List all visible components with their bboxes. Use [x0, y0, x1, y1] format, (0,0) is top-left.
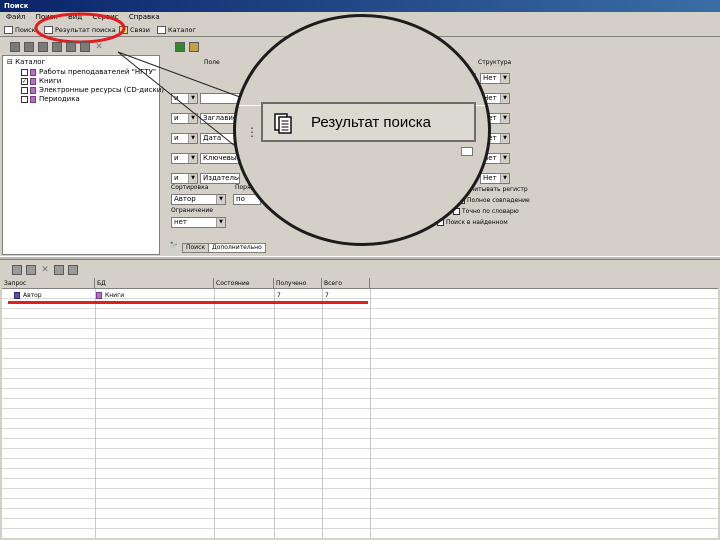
option-dictionary[interactable]: Точно по словарю — [453, 208, 519, 216]
dropdown-arrow-icon: ▼ — [500, 94, 509, 103]
catalog-icon — [157, 26, 166, 34]
tree-item[interactable]: Электронные ресурсы (CD-диски) — [21, 86, 164, 95]
tree-item[interactable]: ✓ Книги — [21, 77, 61, 86]
tab-catalog[interactable]: Каталог — [155, 24, 196, 36]
stop-icon[interactable] — [26, 264, 36, 275]
tab-search-basic[interactable]: Поиск — [182, 243, 210, 253]
result-icon[interactable] — [80, 41, 90, 52]
info-icon[interactable] — [12, 264, 22, 275]
search-toolbar — [175, 39, 199, 54]
close-icon[interactable]: ✕ — [94, 42, 104, 52]
dropdown-arrow-icon: ▼ — [188, 114, 197, 123]
user-icon — [14, 292, 20, 299]
splitter[interactable] — [0, 256, 720, 260]
option-exact[interactable]: Полное совпадение — [458, 197, 530, 205]
dropdown-arrow-icon: ▼ — [188, 134, 197, 143]
book-icon — [30, 77, 36, 85]
delete-icon[interactable]: ✕ — [40, 265, 50, 275]
book-icon — [30, 68, 36, 76]
open-icon[interactable] — [10, 41, 20, 52]
checkbox[interactable] — [21, 95, 28, 103]
limit-select[interactable]: нет ▼ — [171, 217, 226, 228]
checkbox[interactable]: ✓ — [21, 77, 28, 85]
magnified-result-tab: Результат поиска — [261, 102, 476, 142]
cell-total: 7 — [325, 292, 329, 299]
operator-select[interactable]: и ▼ — [171, 153, 198, 164]
save-icon[interactable] — [24, 41, 34, 52]
red-underline — [8, 301, 368, 304]
col-state[interactable]: Состояние — [214, 278, 274, 289]
catalog-tree: ⊟ Каталог Работы преподавателей "НГТУ" ✓… — [2, 55, 164, 255]
binoculars-icon[interactable] — [175, 41, 185, 52]
filter-icon[interactable] — [68, 264, 78, 275]
results-grid: Автор Книги 7 7 — [2, 289, 718, 538]
book-icon — [96, 292, 102, 299]
structure-select[interactable]: Нет▼ — [480, 173, 510, 184]
col-total[interactable]: Всего — [322, 278, 370, 289]
field-select[interactable]: Ключевые слова — [200, 153, 240, 164]
tree-item[interactable]: Работы преподавателей "НГТУ" — [21, 68, 156, 77]
properties-icon[interactable] — [52, 41, 62, 52]
book-icon — [30, 86, 36, 94]
magnifier-callout: ⋮ Результат поиска — [233, 14, 491, 246]
field-header: Поле — [204, 59, 220, 66]
operator-select[interactable]: и ▼ — [171, 93, 198, 104]
menu-help[interactable]: Справка — [129, 13, 160, 21]
dropdown-arrow-icon: ▼ — [216, 218, 225, 227]
sort-label: Сортировка — [171, 184, 209, 191]
checkbox[interactable] — [21, 68, 28, 76]
structure-header: Структура — [478, 59, 512, 66]
option-within[interactable]: Поиск в найденном — [437, 219, 508, 227]
dropdown-arrow-icon: ▼ — [500, 74, 509, 83]
sort-select[interactable]: Автор ▼ — [171, 194, 226, 205]
cell-query: Автор — [14, 291, 42, 300]
operator-select[interactable]: и ▼ — [171, 173, 198, 184]
search-icon — [4, 26, 13, 34]
tree-item[interactable]: Периодика — [21, 95, 80, 104]
dropdown-arrow-icon: ▼ — [188, 174, 197, 183]
dropdown-arrow-icon: ▼ — [500, 134, 509, 143]
magnified-label: Результат поиска — [311, 114, 431, 131]
collapse-icon[interactable]: ⊟ — [7, 58, 15, 66]
results-header: Запрос БД Состояние Получено Всего — [2, 278, 718, 289]
field-select[interactable]: Издательство — [200, 173, 240, 184]
tab-search[interactable]: Поиск — [2, 24, 36, 36]
structure-select[interactable]: Нет▼ — [480, 73, 510, 84]
col-db[interactable]: БД — [95, 278, 214, 289]
window-title: Поиск — [4, 2, 29, 10]
dropdown-arrow-icon: ▼ — [216, 195, 225, 204]
left-toolbar: ✕ — [10, 39, 104, 54]
export-icon[interactable] — [54, 264, 64, 275]
limit-label: Ограничение — [171, 207, 213, 214]
folder-icon[interactable] — [38, 41, 48, 52]
results-toolbar: ✕ — [12, 262, 78, 277]
dropdown-arrow-icon: ▼ — [500, 154, 509, 163]
dropdown-arrow-icon: ▼ — [188, 94, 197, 103]
documents-icon — [274, 113, 292, 134]
checkbox[interactable] — [21, 86, 28, 94]
menu-file[interactable]: Файл — [6, 13, 25, 21]
tab-additional[interactable]: Дополнительно — [208, 243, 266, 253]
operator-select[interactable]: и ▼ — [171, 133, 198, 144]
cell-db: Книги — [96, 291, 124, 300]
tree-root[interactable]: ⊟ Каталог — [7, 58, 45, 67]
dropdown-arrow-icon: ▼ — [500, 114, 509, 123]
edit-icon[interactable] — [189, 41, 199, 52]
book-icon — [30, 95, 36, 103]
field-select[interactable] — [200, 93, 240, 104]
grip-icon: ⋮ — [246, 125, 258, 139]
dropdown-arrow-icon: ▼ — [500, 174, 509, 183]
operator-select[interactable]: и ▼ — [171, 113, 198, 124]
col-query[interactable]: Запрос — [2, 278, 95, 289]
cell-received: 7 — [277, 292, 281, 299]
dropdown-arrow-icon: ▼ — [188, 154, 197, 163]
col-received[interactable]: Получено — [274, 278, 322, 289]
binoculars-small-icon: 🔭 — [170, 242, 178, 249]
copy-icon[interactable] — [66, 41, 76, 52]
